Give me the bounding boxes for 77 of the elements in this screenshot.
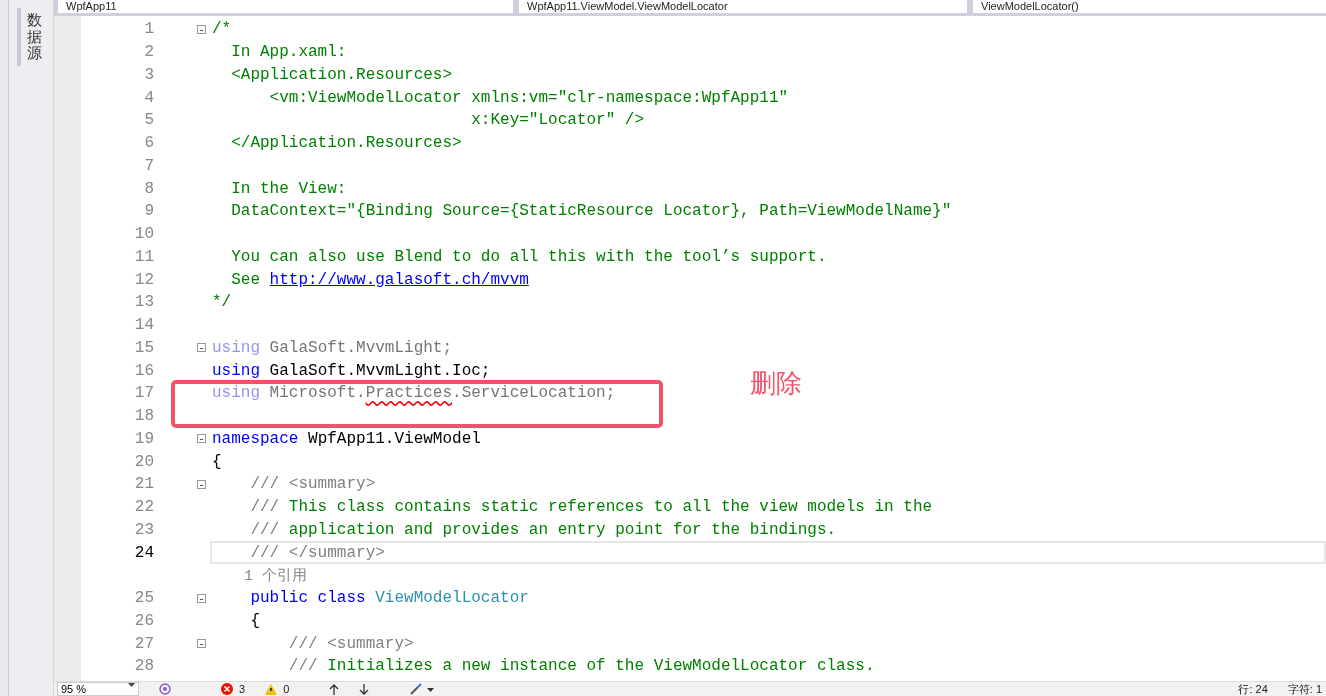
line-number: 13 [133, 293, 154, 312]
line-number: 1 [143, 20, 154, 39]
line-number: 12 [133, 270, 154, 289]
code-line: <vm:ViewModelLocator xmlns:vm="clr-namespace:WpfApp11" [268, 88, 789, 107]
side-tab[interactable]: 数据源 [17, 8, 45, 66]
line-number: 3 [143, 65, 154, 84]
code-line: { [212, 452, 222, 471]
line-number: 20 [133, 452, 154, 471]
collapse-icon[interactable] [197, 24, 206, 34]
line-number: 10 [133, 225, 154, 244]
line-number: 26 [133, 611, 154, 630]
code-line: See http://www.galasoft.ch/mvvm [230, 270, 529, 289]
line-number: 2 [143, 43, 154, 62]
navigation-dropdown[interactable]: ViewModelLocator() [973, 0, 1326, 13]
collapse-icon[interactable] [197, 434, 206, 444]
code-line: using GalaSoft.MvvmLight; [212, 338, 453, 357]
line-number: 8 [143, 179, 154, 198]
code-line: /// </summary> [249, 543, 385, 562]
line-number: 23 [133, 520, 154, 539]
line-number: 21 [133, 475, 154, 494]
code-line: /* [212, 20, 232, 39]
code-line: /// <summary> [249, 475, 376, 494]
line-number: 9 [143, 202, 154, 221]
reference-count[interactable]: 1 个引用 [81, 565, 307, 585]
annotation: 删除 [750, 367, 802, 400]
code-line: public class ViewModelLocator [249, 589, 529, 608]
code-line: In App.xaml: [230, 43, 347, 62]
line-number: 15 [133, 338, 154, 357]
line-number: 27 [133, 634, 154, 653]
code-line: { [249, 611, 260, 630]
collapse-icon[interactable] [197, 479, 206, 489]
down-arrow-icon[interactable] [359, 683, 370, 695]
up-arrow-icon[interactable] [329, 683, 340, 695]
code-line: */ [212, 293, 232, 312]
code-line: /// This class contains static references to all the view models in the [249, 498, 933, 517]
error-icon[interactable] [221, 683, 233, 695]
warning-icon[interactable] [265, 683, 278, 695]
line-number: 17 [133, 384, 154, 403]
line-number: 4 [143, 88, 154, 107]
collapse-icon[interactable] [197, 593, 206, 603]
brush-icon[interactable] [409, 683, 436, 695]
line-number: 24 [133, 543, 154, 562]
line-number: 18 [133, 407, 154, 426]
line-number: 19 [133, 429, 154, 448]
caret-icon [128, 683, 135, 687]
code-line: DataContext="{Binding Source={StaticResource Locator}, Path=ViewModelName}" [230, 202, 952, 221]
line-number: 7 [143, 156, 154, 175]
code-line: /// Initializes a new instance of the ViewModelLocator class. [287, 657, 875, 676]
code-line: using GalaSoft.MvvmLight.Ioc; [212, 361, 491, 380]
code-line: You can also use Blend to do all this with the tool’s support. [230, 247, 827, 266]
code-line: namespace WpfApp11.ViewModel [212, 429, 481, 448]
navigation-dropdown[interactable]: WpfApp11 [58, 0, 513, 13]
code-line: </Application.Resources> [230, 134, 462, 153]
line-number: 11 [133, 247, 154, 266]
line-number: 16 [133, 361, 154, 380]
link[interactable]: http://www.galasoft.ch/mvvm [269, 270, 529, 289]
line-number: 14 [133, 316, 154, 335]
line-number: 6 [143, 134, 154, 153]
column-indicator: 字符: 1 [1287, 681, 1322, 696]
code-line: /// application and provides an entry point for the bindings. [249, 520, 837, 539]
warning-count: 0 [283, 683, 290, 695]
error-count: 3 [239, 683, 246, 695]
line-number: 5 [143, 111, 154, 130]
line-number: 28 [133, 657, 154, 676]
code-line: In the View: [230, 179, 347, 198]
line-indicator: 行: 24 [1238, 681, 1268, 696]
collapse-icon[interactable] [197, 343, 206, 353]
line-number: 25 [133, 589, 154, 608]
status-icon[interactable] [159, 683, 171, 695]
code-line: <Application.Resources> [230, 65, 453, 84]
zoom-dropdown[interactable]: 95 % [57, 682, 139, 696]
collapse-icon[interactable] [197, 639, 206, 649]
code-line: /// <summary> [287, 634, 414, 653]
code-line: x:Key="Locator" /> [470, 111, 645, 130]
line-number: 22 [133, 498, 154, 517]
code-line: using Microsoft.Practices.ServiceLocation; [212, 384, 616, 403]
navigation-dropdown[interactable]: WpfApp11.ViewModel.ViewModelLocator [519, 0, 967, 13]
